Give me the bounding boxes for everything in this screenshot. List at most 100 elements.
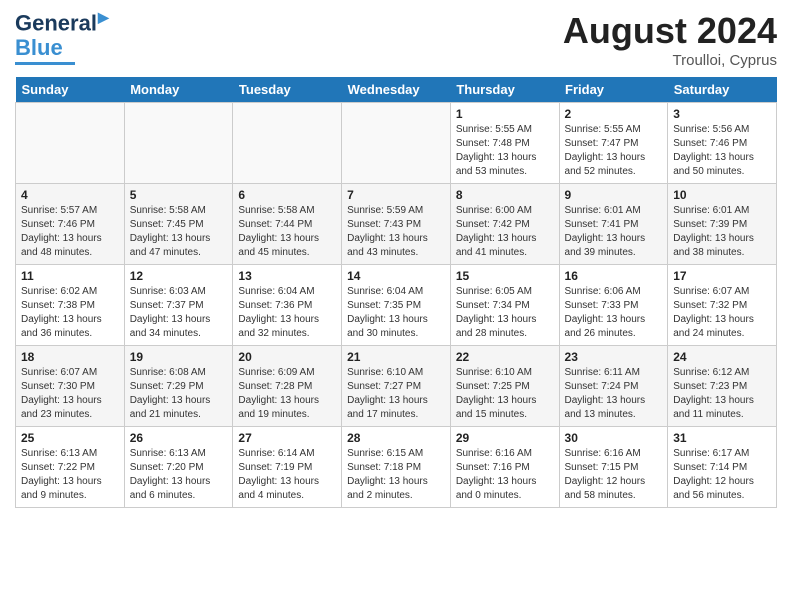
day-info: Sunrise: 6:12 AMSunset: 7:23 PMDaylight:… [673,366,771,422]
day-number: 28 [347,431,445,445]
day-number: 18 [21,350,119,364]
day-info: Sunrise: 6:02 AMSunset: 7:38 PMDaylight:… [21,285,119,341]
day-info: Sunrise: 6:09 AMSunset: 7:28 PMDaylight:… [238,366,336,422]
day-info: Sunrise: 6:00 AMSunset: 7:42 PMDaylight:… [456,204,554,260]
calendar-day-cell: 11 Sunrise: 6:02 AMSunset: 7:38 PMDayligh… [16,265,125,346]
calendar-day-cell: 4 Sunrise: 5:57 AMSunset: 7:46 PMDaylight… [16,184,125,265]
day-info: Sunrise: 6:16 AMSunset: 7:15 PMDaylight:… [565,447,663,503]
calendar-day-cell: 3 Sunrise: 5:56 AMSunset: 7:46 PMDaylight… [668,103,777,184]
calendar-day-cell: 18 Sunrise: 6:07 AMSunset: 7:30 PMDayligh… [16,346,125,427]
calendar-day-cell: 31 Sunrise: 6:17 AMSunset: 7:14 PMDayligh… [668,427,777,508]
calendar-day-cell: 30 Sunrise: 6:16 AMSunset: 7:15 PMDayligh… [559,427,668,508]
title-block: August 2024 Troulloi, Cyprus [563,10,777,69]
day-info: Sunrise: 6:03 AMSunset: 7:37 PMDaylight:… [130,285,228,341]
calendar-day-cell: 2 Sunrise: 5:55 AMSunset: 7:47 PMDaylight… [559,103,668,184]
day-number: 19 [130,350,228,364]
day-number: 16 [565,269,663,283]
day-info: Sunrise: 5:57 AMSunset: 7:46 PMDaylight:… [21,204,119,260]
day-info: Sunrise: 6:17 AMSunset: 7:14 PMDaylight:… [673,447,771,503]
day-number: 20 [238,350,336,364]
day-number: 7 [347,188,445,202]
day-number: 17 [673,269,771,283]
day-number: 31 [673,431,771,445]
calendar-day-cell: 16 Sunrise: 6:06 AMSunset: 7:33 PMDayligh… [559,265,668,346]
calendar-day-cell: 24 Sunrise: 6:12 AMSunset: 7:23 PMDayligh… [668,346,777,427]
day-info: Sunrise: 6:14 AMSunset: 7:19 PMDaylight:… [238,447,336,503]
day-number: 8 [456,188,554,202]
day-number: 9 [565,188,663,202]
calendar-week-row: 1Sunrise: 5:55 AMSunset: 7:48 PMDaylight… [16,103,777,184]
day-info: Sunrise: 6:11 AMSunset: 7:24 PMDaylight:… [565,366,663,422]
logo-line [15,62,75,65]
weekday-header-cell: Monday [124,77,233,103]
calendar-day-cell: 20 Sunrise: 6:09 AMSunset: 7:28 PMDayligh… [233,346,342,427]
day-info: Sunrise: 6:13 AMSunset: 7:20 PMDaylight:… [130,447,228,503]
logo: General▶ Blue [15,10,109,65]
day-number: 22 [456,350,554,364]
day-info: Sunrise: 6:01 AMSunset: 7:39 PMDaylight:… [673,204,771,260]
calendar-day-cell: 27 Sunrise: 6:14 AMSunset: 7:19 PMDayligh… [233,427,342,508]
calendar-day-cell: 26 Sunrise: 6:13 AMSunset: 7:20 PMDayligh… [124,427,233,508]
calendar-week-row: 4 Sunrise: 5:57 AMSunset: 7:46 PMDaylight… [16,184,777,265]
weekday-header-cell: Wednesday [342,77,451,103]
day-info: Sunrise: 6:10 AMSunset: 7:25 PMDaylight:… [456,366,554,422]
day-number: 10 [673,188,771,202]
day-info: Sunrise: 6:10 AMSunset: 7:27 PMDaylight:… [347,366,445,422]
calendar-day-cell: 22 Sunrise: 6:10 AMSunset: 7:25 PMDayligh… [450,346,559,427]
day-number: 12 [130,269,228,283]
day-number: 11 [21,269,119,283]
calendar-day-cell: 15Sunrise: 6:05 AMSunset: 7:34 PMDayligh… [450,265,559,346]
day-info: Sunrise: 6:05 AMSunset: 7:34 PMDaylight:… [456,285,554,341]
calendar-day-cell: 6Sunrise: 5:58 AMSunset: 7:44 PMDaylight… [233,184,342,265]
day-info: Sunrise: 6:01 AMSunset: 7:41 PMDaylight:… [565,204,663,260]
weekday-header-cell: Thursday [450,77,559,103]
calendar-day-cell: 10 Sunrise: 6:01 AMSunset: 7:39 PMDayligh… [668,184,777,265]
calendar-day-cell: 14Sunrise: 6:04 AMSunset: 7:35 PMDayligh… [342,265,451,346]
day-number: 26 [130,431,228,445]
calendar-week-row: 18 Sunrise: 6:07 AMSunset: 7:30 PMDayligh… [16,346,777,427]
page-header: General▶ Blue August 2024 Troulloi, Cypr… [15,10,777,69]
day-number: 2 [565,107,663,121]
calendar-day-cell: 23Sunrise: 6:11 AMSunset: 7:24 PMDayligh… [559,346,668,427]
calendar-empty-cell [124,103,233,184]
day-number: 27 [238,431,336,445]
calendar-table: SundayMondayTuesdayWednesdayThursdayFrid… [15,77,777,508]
day-info: Sunrise: 6:04 AMSunset: 7:36 PMDaylight:… [238,285,336,341]
calendar-header: SundayMondayTuesdayWednesdayThursdayFrid… [16,77,777,103]
calendar-week-row: 25 Sunrise: 6:13 AMSunset: 7:22 PMDayligh… [16,427,777,508]
calendar-body: 1Sunrise: 5:55 AMSunset: 7:48 PMDaylight… [16,103,777,508]
calendar-day-cell: 17Sunrise: 6:07 AMSunset: 7:32 PMDayligh… [668,265,777,346]
day-info: Sunrise: 5:58 AMSunset: 7:45 PMDaylight:… [130,204,228,260]
day-info: Sunrise: 6:15 AMSunset: 7:18 PMDaylight:… [347,447,445,503]
calendar-day-cell: 12 Sunrise: 6:03 AMSunset: 7:37 PMDayligh… [124,265,233,346]
day-number: 6 [238,188,336,202]
day-number: 29 [456,431,554,445]
subtitle: Troulloi, Cyprus [563,52,777,69]
day-number: 1 [456,107,554,121]
day-info: Sunrise: 5:56 AMSunset: 7:46 PMDaylight:… [673,123,771,179]
day-info: Sunrise: 6:08 AMSunset: 7:29 PMDaylight:… [130,366,228,422]
weekday-header-row: SundayMondayTuesdayWednesdayThursdayFrid… [16,77,777,103]
logo-text: General▶ Blue [15,10,109,60]
day-number: 24 [673,350,771,364]
day-info: Sunrise: 6:07 AMSunset: 7:30 PMDaylight:… [21,366,119,422]
day-info: Sunrise: 6:06 AMSunset: 7:33 PMDaylight:… [565,285,663,341]
calendar-day-cell: 13Sunrise: 6:04 AMSunset: 7:36 PMDayligh… [233,265,342,346]
day-info: Sunrise: 6:13 AMSunset: 7:22 PMDaylight:… [21,447,119,503]
calendar-empty-cell [233,103,342,184]
day-info: Sunrise: 6:04 AMSunset: 7:35 PMDaylight:… [347,285,445,341]
calendar-day-cell: 5 Sunrise: 5:58 AMSunset: 7:45 PMDaylight… [124,184,233,265]
weekday-header-cell: Tuesday [233,77,342,103]
day-number: 25 [21,431,119,445]
calendar-day-cell: 28 Sunrise: 6:15 AMSunset: 7:18 PMDayligh… [342,427,451,508]
calendar-day-cell: 21 Sunrise: 6:10 AMSunset: 7:27 PMDayligh… [342,346,451,427]
calendar-day-cell: 1Sunrise: 5:55 AMSunset: 7:48 PMDaylight… [450,103,559,184]
day-number: 21 [347,350,445,364]
day-number: 3 [673,107,771,121]
day-number: 4 [21,188,119,202]
calendar-day-cell: 9 Sunrise: 6:01 AMSunset: 7:41 PMDaylight… [559,184,668,265]
day-number: 30 [565,431,663,445]
day-info: Sunrise: 5:59 AMSunset: 7:43 PMDaylight:… [347,204,445,260]
day-info: Sunrise: 5:55 AMSunset: 7:47 PMDaylight:… [565,123,663,179]
day-number: 5 [130,188,228,202]
